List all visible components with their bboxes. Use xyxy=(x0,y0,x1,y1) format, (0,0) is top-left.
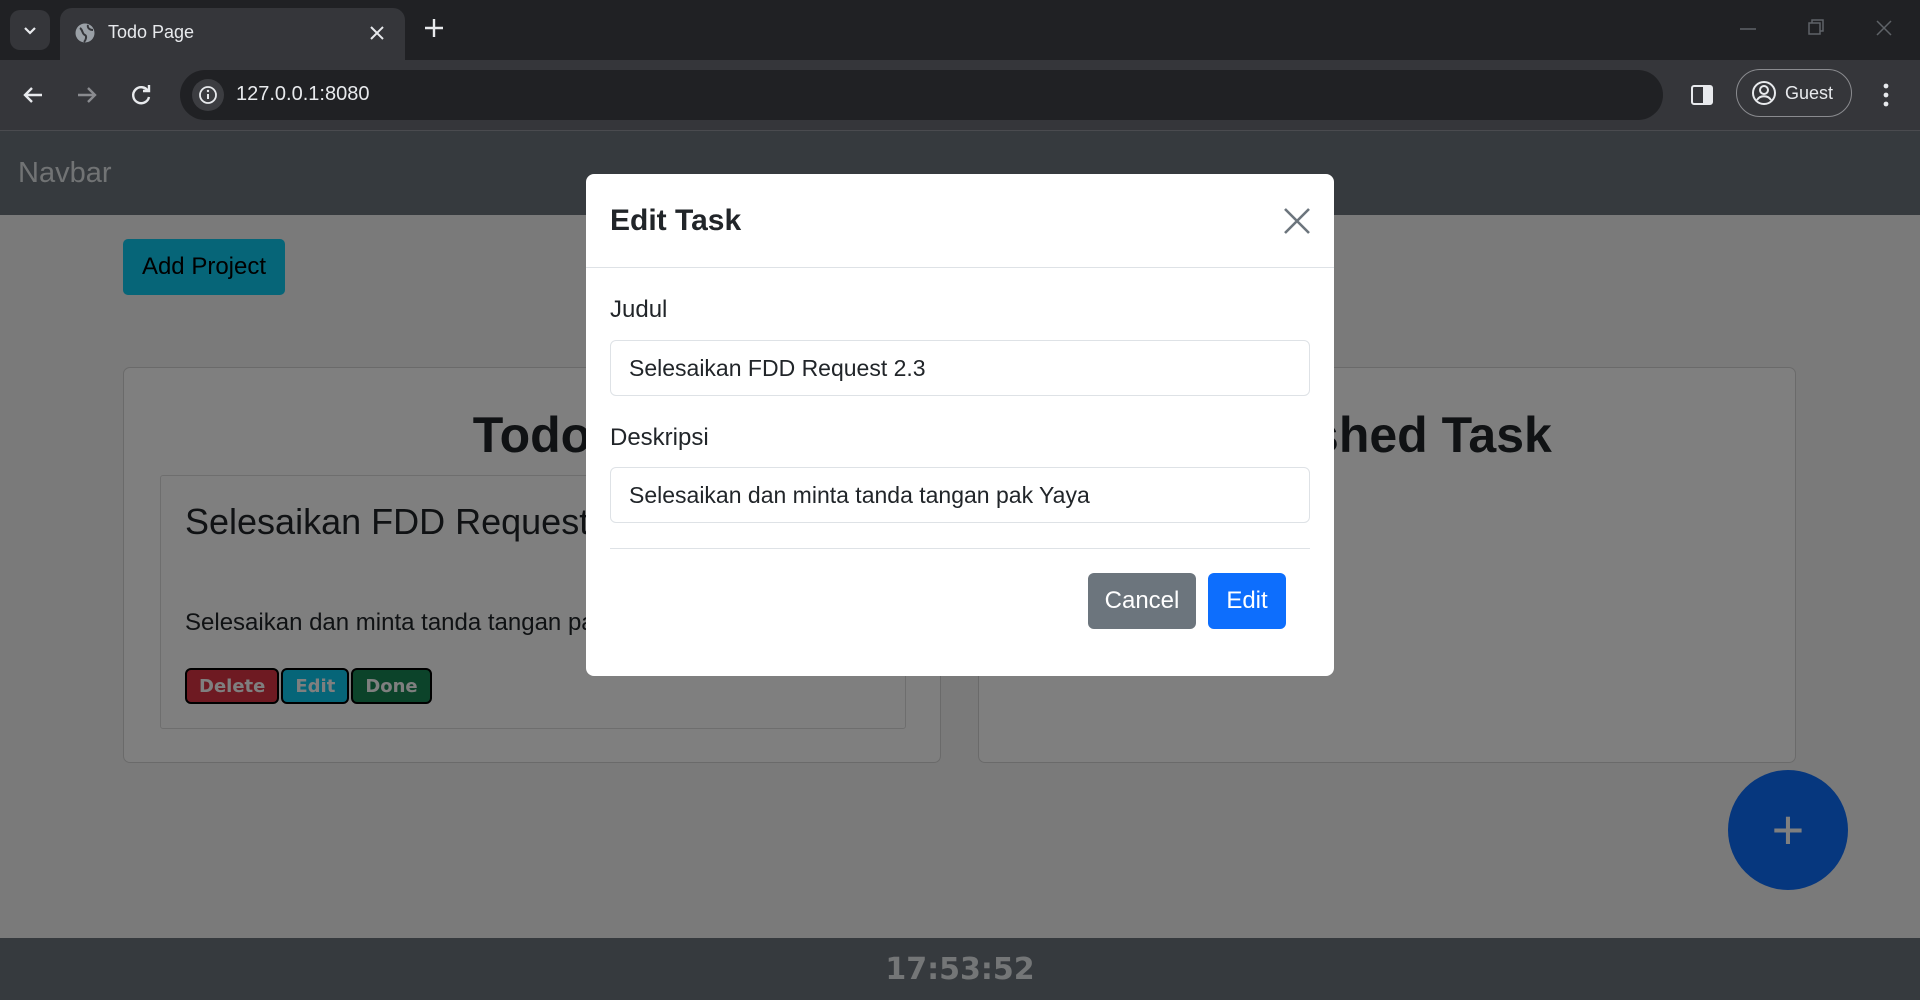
reload-icon[interactable] xyxy=(128,82,154,108)
minimize-icon[interactable] xyxy=(1736,16,1760,40)
globe-icon xyxy=(75,23,95,43)
tab-search-button[interactable] xyxy=(10,10,50,50)
side-panel-icon[interactable] xyxy=(1689,82,1715,108)
url-text: 127.0.0.1:8080 xyxy=(236,83,370,105)
deskripsi-label: Deskripsi xyxy=(610,424,709,451)
info-icon xyxy=(199,86,217,104)
edit-task-modal: Edit Task Judul Deskripsi Cancel Edit xyxy=(586,174,1334,676)
profile-label: Guest xyxy=(1785,82,1834,103)
chevron-down-icon xyxy=(24,27,36,35)
forward-arrow-icon[interactable] xyxy=(74,82,100,108)
window-close-icon[interactable] xyxy=(1872,16,1896,40)
edit-submit-button[interactable]: Edit xyxy=(1208,573,1286,629)
close-tab-icon[interactable] xyxy=(365,21,389,45)
address-bar[interactable]: 127.0.0.1:8080 xyxy=(180,70,1663,120)
more-options-icon[interactable] xyxy=(1880,82,1892,108)
account-circle-icon xyxy=(1752,81,1776,105)
restore-icon[interactable] xyxy=(1804,16,1828,40)
browser-tab-bar: Todo Page xyxy=(0,0,1920,60)
judul-input[interactable] xyxy=(610,340,1310,396)
modal-header: Edit Task xyxy=(586,174,1334,268)
modal-divider xyxy=(610,548,1310,549)
modal-title: Edit Task xyxy=(610,204,742,237)
close-icon[interactable] xyxy=(1282,206,1312,236)
cancel-button[interactable]: Cancel xyxy=(1088,573,1196,629)
browser-toolbar: 127.0.0.1:8080 Guest xyxy=(0,60,1920,131)
tab-title: Todo Page xyxy=(108,22,195,42)
judul-label: Judul xyxy=(610,296,668,323)
browser-tab[interactable]: Todo Page xyxy=(60,8,405,60)
deskripsi-input[interactable] xyxy=(610,467,1310,523)
back-arrow-icon[interactable] xyxy=(20,82,46,108)
profile-button[interactable]: Guest xyxy=(1736,69,1852,117)
new-tab-icon[interactable] xyxy=(420,14,448,42)
site-info-button[interactable] xyxy=(192,79,224,111)
